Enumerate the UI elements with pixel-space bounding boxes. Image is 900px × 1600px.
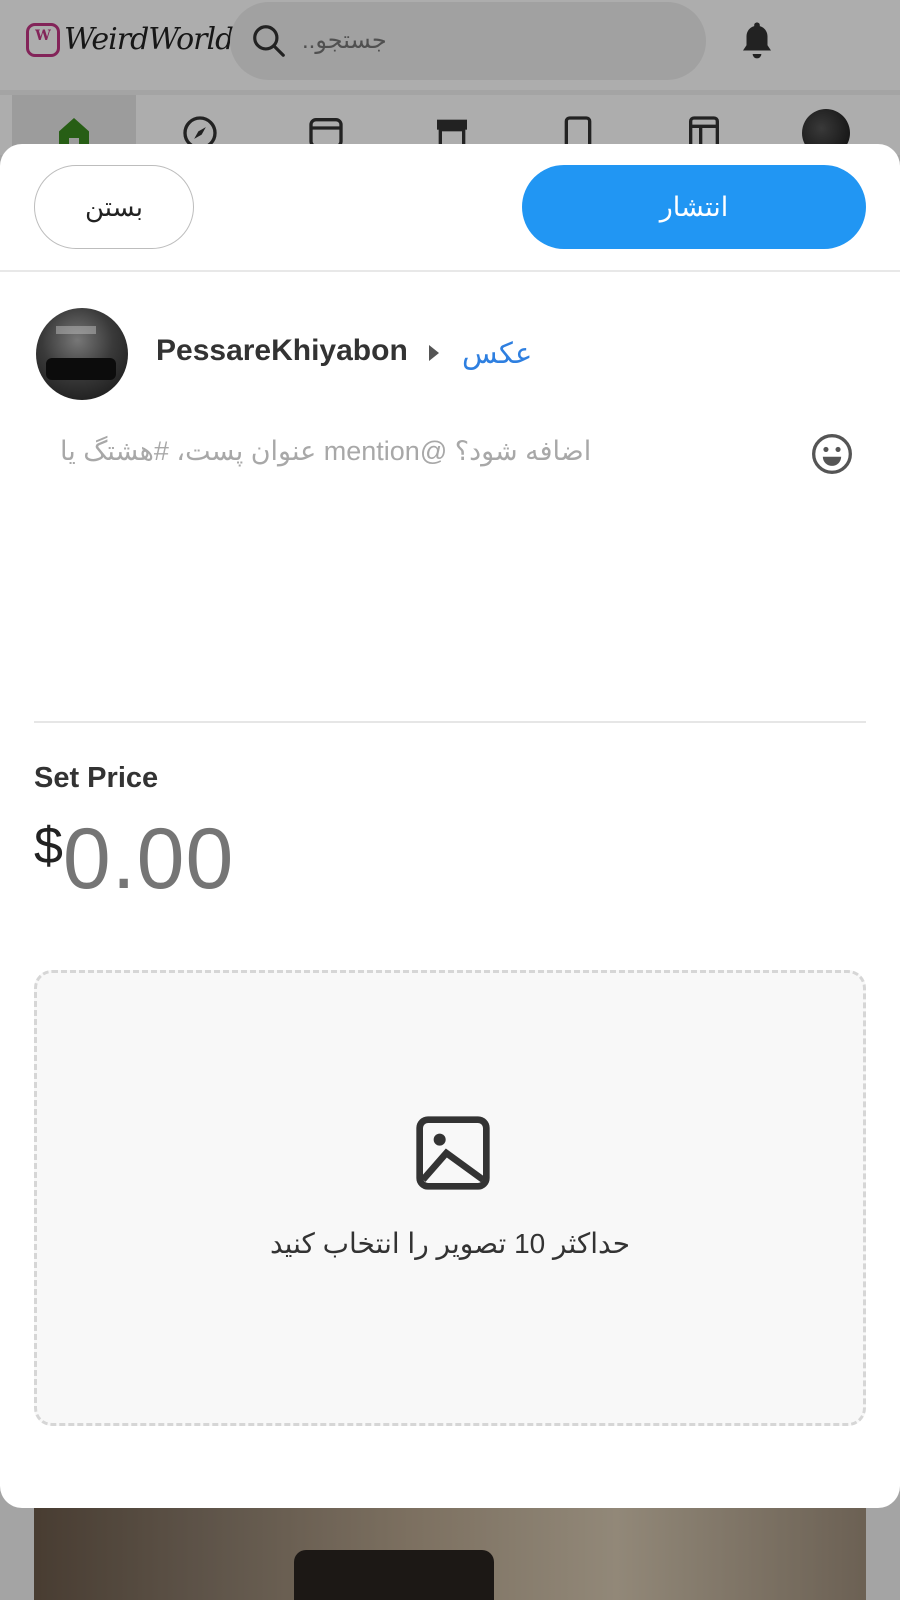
caption-input[interactable]: اضافه شود؟ @mention عنوان پست، #هشتگ یا [60, 436, 591, 467]
image-icon [416, 1116, 490, 1190]
post-type-link[interactable]: عکس [462, 336, 532, 371]
author-name: PessareKhiyabon [156, 334, 408, 367]
create-post-modal: بستن انتشار PessareKhiyabon عکس اضافه شو… [0, 144, 900, 1508]
price-input[interactable]: $ 0.00 [34, 804, 234, 902]
close-button[interactable]: بستن [34, 165, 194, 249]
price-label: Set Price [34, 762, 159, 794]
post-author: PessareKhiyabon عکس [36, 308, 876, 400]
divider [34, 721, 866, 723]
emoji-icon[interactable] [810, 432, 854, 476]
modal-header: بستن انتشار [0, 144, 900, 272]
caret-right-icon [429, 345, 439, 361]
image-upload-area[interactable]: حداکثر 10 تصویر را انتخاب کنید [34, 970, 866, 1426]
upload-hint: حداکثر 10 تصویر را انتخاب کنید [269, 1228, 631, 1259]
publish-button[interactable]: انتشار [522, 165, 866, 249]
avatar [36, 308, 128, 400]
currency-symbol: $ [34, 817, 63, 875]
price-value[interactable]: 0.00 [63, 816, 234, 902]
